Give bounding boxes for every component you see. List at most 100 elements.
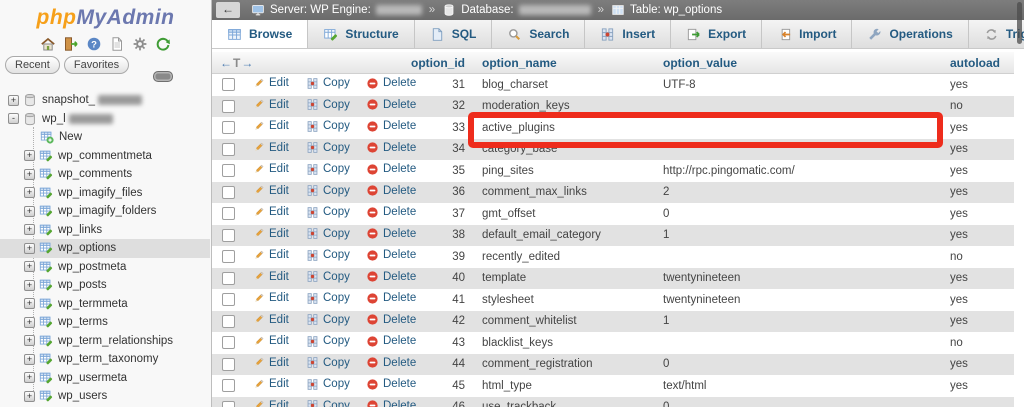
edit-link[interactable]: Edit (252, 292, 289, 305)
delete-link[interactable]: Delete (366, 141, 416, 154)
sidebar-item-wp-commentmeta[interactable]: + wp_commentmeta (0, 147, 210, 166)
help-icon[interactable] (86, 36, 102, 52)
column-header-autoload[interactable]: autoload (945, 56, 1014, 70)
sidebar-item-wp-users[interactable]: + wp_users (0, 387, 210, 406)
edit-link[interactable]: Edit (252, 141, 289, 154)
edit-link[interactable]: Edit (252, 399, 289, 407)
edit-link[interactable]: Edit (252, 356, 289, 369)
copy-link[interactable]: Copy (306, 292, 350, 305)
edit-link[interactable]: Edit (252, 249, 289, 262)
delete-link[interactable]: Delete (366, 378, 416, 391)
sidebar-item-wp-term-relationships[interactable]: + wp_term_relationships (0, 332, 210, 351)
refresh-icon[interactable] (155, 36, 171, 52)
tree-expander[interactable]: + (24, 372, 35, 383)
tab-triggers[interactable]: Triggers (969, 20, 1024, 48)
settings-icon[interactable] (132, 36, 148, 52)
row-checkbox[interactable] (222, 293, 235, 306)
row-checkbox[interactable] (222, 121, 235, 134)
delete-link[interactable]: Delete (366, 292, 416, 305)
sidebar-item-wp-usermeta[interactable]: + wp_usermeta (0, 369, 210, 388)
copy-link[interactable]: Copy (306, 141, 350, 154)
edit-link[interactable]: Edit (252, 378, 289, 391)
docs-icon[interactable] (109, 36, 125, 52)
copy-link[interactable]: Copy (306, 378, 350, 391)
sidebar-scroll-pill[interactable] (153, 71, 173, 82)
edit-link[interactable]: Edit (252, 270, 289, 283)
column-header-option-name[interactable]: option_name (465, 56, 663, 70)
tab-insert[interactable]: Insert (585, 20, 671, 48)
tab-operations[interactable]: Operations (852, 20, 968, 48)
edit-link[interactable]: Edit (252, 98, 289, 111)
delete-link[interactable]: Delete (366, 399, 416, 407)
tree-expander[interactable]: + (24, 206, 35, 217)
tree-expander[interactable]: + (24, 169, 35, 180)
delete-link[interactable]: Delete (366, 313, 416, 326)
sidebar-item-wp-comments[interactable]: + wp_comments (0, 165, 210, 184)
logout-icon[interactable] (63, 36, 79, 52)
tab-browse[interactable]: Browse (212, 20, 308, 48)
row-checkbox[interactable] (222, 100, 235, 113)
copy-link[interactable]: Copy (306, 356, 350, 369)
sidebar-item-snapshot-[interactable]: + snapshot_ (0, 91, 210, 110)
row-checkbox[interactable] (222, 401, 235, 407)
row-checkbox[interactable] (222, 250, 235, 263)
copy-link[interactable]: Copy (306, 120, 350, 133)
column-header-option-id[interactable]: option_id (272, 56, 465, 70)
tree-expander[interactable]: + (24, 150, 35, 161)
row-checkbox[interactable] (222, 272, 235, 285)
copy-link[interactable]: Copy (306, 163, 350, 176)
sidebar-item-wp-links[interactable]: + wp_links (0, 221, 210, 240)
sidebar-item-wp-l[interactable]: - wp_l (0, 110, 210, 129)
favorites-button[interactable]: Favorites (64, 56, 129, 74)
delete-link[interactable]: Delete (366, 227, 416, 240)
delete-link[interactable]: Delete (366, 184, 416, 197)
tree-expander[interactable]: + (24, 280, 35, 291)
edit-link[interactable]: Edit (252, 227, 289, 240)
sidebar-item-wp-terms[interactable]: + wp_terms (0, 313, 210, 332)
tree-expander[interactable]: + (24, 298, 35, 309)
delete-link[interactable]: Delete (366, 206, 416, 219)
tree-expander[interactable]: + (24, 187, 35, 198)
sidebar-item-wp-postmeta[interactable]: + wp_postmeta (0, 258, 210, 277)
delete-link[interactable]: Delete (366, 98, 416, 111)
delete-link[interactable]: Delete (366, 120, 416, 133)
row-checkbox[interactable] (222, 143, 235, 156)
row-checkbox[interactable] (222, 229, 235, 242)
copy-link[interactable]: Copy (306, 399, 350, 407)
sidebar-item-wp-imagify-files[interactable]: + wp_imagify_files (0, 184, 210, 203)
back-button[interactable]: ← (216, 2, 240, 18)
delete-link[interactable]: Delete (366, 249, 416, 262)
sidebar-item-wp-termmeta[interactable]: + wp_termmeta (0, 295, 210, 314)
row-checkbox[interactable] (222, 78, 235, 91)
row-checkbox[interactable] (222, 207, 235, 220)
scrollbar-thumb[interactable] (1017, 2, 1022, 44)
home-icon[interactable] (40, 36, 56, 52)
copy-link[interactable]: Copy (306, 98, 350, 111)
copy-link[interactable]: Copy (306, 77, 350, 90)
tab-export[interactable]: Export (671, 20, 762, 48)
edit-link[interactable]: Edit (252, 206, 289, 219)
delete-link[interactable]: Delete (366, 356, 416, 369)
sidebar-item-wp-term-taxonomy[interactable]: + wp_term_taxonomy (0, 350, 210, 369)
row-checkbox[interactable] (222, 379, 235, 392)
copy-link[interactable]: Copy (306, 249, 350, 262)
edit-link[interactable]: Edit (252, 163, 289, 176)
tree-expander[interactable]: + (24, 243, 35, 254)
column-control[interactable]: ←T→ (212, 56, 272, 70)
recent-button[interactable]: Recent (5, 56, 60, 74)
copy-link[interactable]: Copy (306, 206, 350, 219)
breadcrumb-server[interactable]: Server: WP Engine: (270, 4, 371, 16)
delete-link[interactable]: Delete (366, 163, 416, 176)
row-checkbox[interactable] (222, 315, 235, 328)
tree-expander[interactable]: + (24, 354, 35, 365)
delete-link[interactable]: Delete (366, 335, 416, 348)
tree-expander[interactable]: - (8, 113, 19, 124)
breadcrumb-table[interactable]: Table: wp_options (630, 4, 722, 16)
edit-link[interactable]: Edit (252, 77, 289, 90)
row-checkbox[interactable] (222, 186, 235, 199)
tree-expander[interactable]: + (24, 391, 35, 402)
delete-link[interactable]: Delete (366, 270, 416, 283)
copy-link[interactable]: Copy (306, 313, 350, 326)
copy-link[interactable]: Copy (306, 335, 350, 348)
copy-link[interactable]: Copy (306, 227, 350, 240)
